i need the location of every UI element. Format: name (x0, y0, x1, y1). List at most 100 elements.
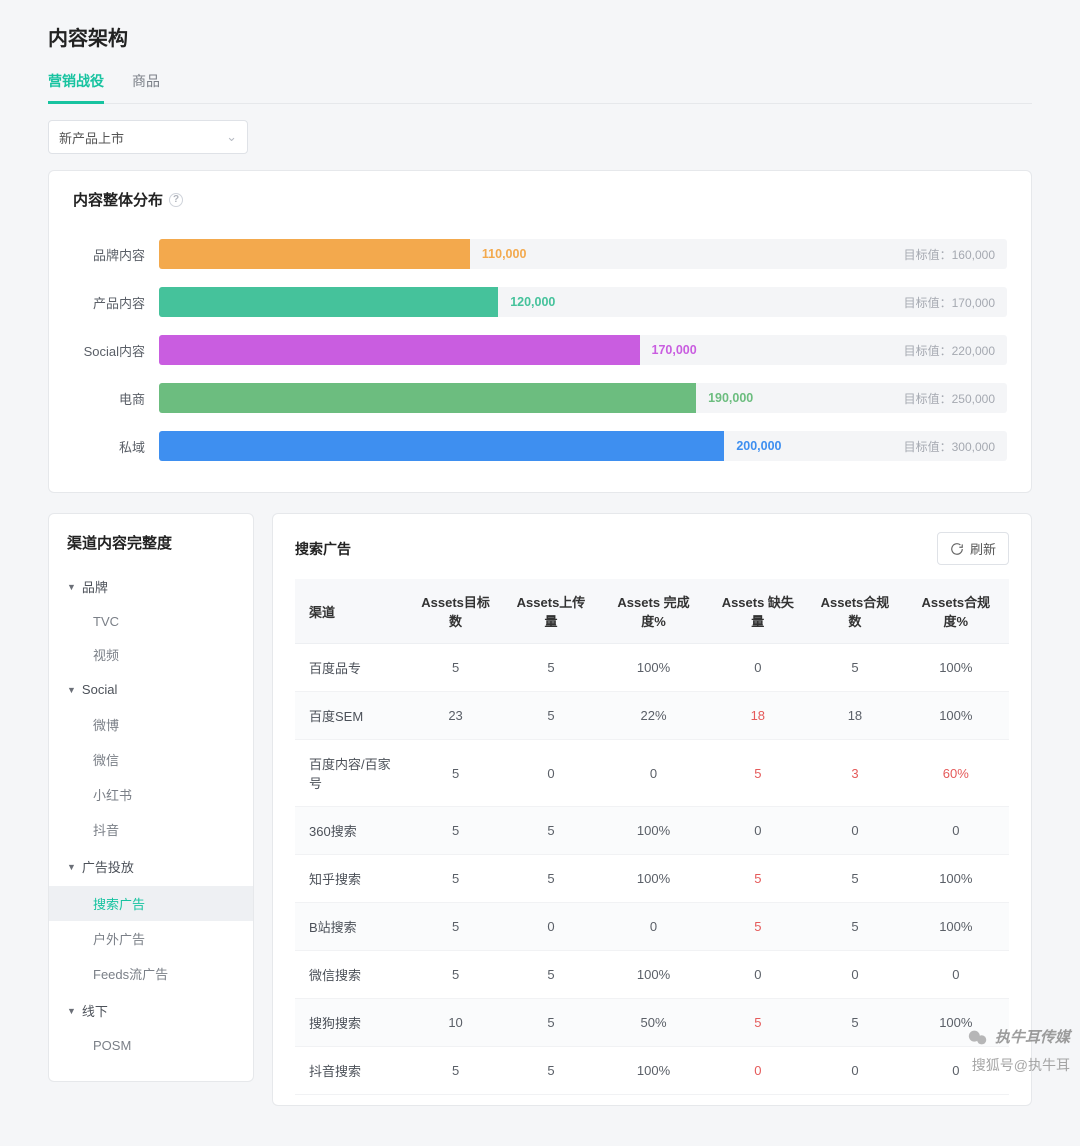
cell: 5 (708, 999, 807, 1047)
cell: 0 (503, 740, 598, 807)
bar-target: 目标值：170,000 (904, 294, 995, 311)
cell: 百度品专 (295, 644, 408, 692)
table-row: 微信搜索55100%000 (295, 951, 1009, 999)
distribution-bars: 品牌内容110,000目标值：160,000产品内容120,000目标值：170… (73, 230, 1007, 470)
cell: 百度SEM (295, 692, 408, 740)
cell: 5 (503, 999, 598, 1047)
tree-item-1-2[interactable]: 小红书 (49, 777, 253, 812)
tree-item-0-0[interactable]: TVC (49, 606, 253, 637)
tree-item-2-1[interactable]: 户外广告 (49, 921, 253, 956)
tree-item-1-3[interactable]: 抖音 (49, 812, 253, 847)
refresh-label: 刷新 (970, 539, 996, 558)
table-title: 搜索广告 (295, 539, 351, 559)
cell: 100% (599, 644, 709, 692)
cell: 50% (599, 999, 709, 1047)
cell: 0 (807, 951, 902, 999)
bar-label: 电商 (73, 389, 159, 408)
tree-group-3[interactable]: ▼线下 (49, 991, 253, 1030)
bar-row-2: Social内容170,000目标值：220,000 (73, 326, 1007, 374)
channel-sidebar: 渠道内容完整度 ▼品牌TVC视频▼Social微博微信小红书抖音▼广告投放搜索广… (48, 513, 254, 1082)
tab-0[interactable]: 营销战役 (48, 65, 104, 104)
bar-fill (159, 383, 696, 413)
cell: 100% (599, 951, 709, 999)
cell: 5 (408, 855, 503, 903)
cell: 18 (807, 692, 902, 740)
cell: 5 (807, 855, 902, 903)
cell: 5 (807, 903, 902, 951)
cell: 360搜索 (295, 807, 408, 855)
cell: 10 (408, 999, 503, 1047)
bar-target: 目标值：300,000 (904, 438, 995, 455)
refresh-icon (950, 542, 964, 556)
cell: 5 (503, 644, 598, 692)
bar-target: 目标值：220,000 (904, 342, 995, 359)
tree-group-2[interactable]: ▼广告投放 (49, 847, 253, 886)
caret-down-icon: ▼ (67, 685, 76, 695)
assets-table: 渠道Assets目标数Assets上传量Assets 完成度%Assets 缺失… (295, 579, 1009, 1095)
bar-target: 目标值：160,000 (904, 246, 995, 263)
tree-item-1-1[interactable]: 微信 (49, 742, 253, 777)
col-0: 渠道 (295, 579, 408, 644)
cell: 0 (807, 807, 902, 855)
cell: 100% (599, 1047, 709, 1095)
cell: 微信搜索 (295, 951, 408, 999)
cell: 0 (708, 644, 807, 692)
cell: 3 (807, 740, 902, 807)
table-row: 百度品专55100%05100% (295, 644, 1009, 692)
cell: 0 (503, 903, 598, 951)
cell: 22% (599, 692, 709, 740)
refresh-button[interactable]: 刷新 (937, 532, 1009, 565)
cell: B站搜索 (295, 903, 408, 951)
bar-row-3: 电商 190,000 目标值：250,000 (73, 374, 1007, 422)
bar-row-4: 私域 200,000 目标值：300,000 (73, 422, 1007, 470)
bar-label: Social内容 (73, 341, 159, 360)
cell: 100% (599, 807, 709, 855)
col-6: Assets合规度% (903, 579, 1009, 644)
bar-fill (159, 287, 498, 317)
cell: 0 (708, 951, 807, 999)
tree-item-2-0[interactable]: 搜索广告 (49, 886, 253, 921)
cell: 5 (503, 692, 598, 740)
distribution-card: 内容整体分布 ? 品牌内容110,000目标值：160,000产品内容120,0… (48, 170, 1032, 493)
table-row: 抖音搜索55100%000 (295, 1047, 1009, 1095)
bar-value: 200,000 (736, 439, 781, 453)
tab-1[interactable]: 商品 (132, 65, 160, 104)
bar-fill (159, 239, 470, 269)
cell: 0 (807, 1047, 902, 1095)
distribution-title-text: 内容整体分布 (73, 189, 163, 210)
bar-value: 120,000 (510, 295, 555, 309)
bar-label: 产品内容 (73, 293, 159, 312)
help-icon[interactable]: ? (169, 193, 183, 207)
table-row: 知乎搜索55100%55100% (295, 855, 1009, 903)
bar-track: 120,000 目标值：170,000 (159, 287, 1007, 317)
tree-item-3-0[interactable]: POSM (49, 1030, 253, 1061)
tab-bar: 营销战役商品 (48, 65, 1032, 104)
bar-label: 私域 (73, 437, 159, 456)
cell: 5 (408, 740, 503, 807)
cell: 抖音搜索 (295, 1047, 408, 1095)
cell: 5 (503, 855, 598, 903)
bar-value: 110,000 (482, 247, 527, 261)
cell: 5 (408, 644, 503, 692)
tree-item-2-2[interactable]: Feeds流广告 (49, 956, 253, 991)
cell: 5 (503, 807, 598, 855)
table-row: B站搜索50055100% (295, 903, 1009, 951)
cell: 知乎搜索 (295, 855, 408, 903)
bar-target: 目标值：250,000 (904, 390, 995, 407)
bar-value: 190,000 (708, 391, 753, 405)
col-1: Assets目标数 (408, 579, 503, 644)
tree-group-1[interactable]: ▼Social (49, 672, 253, 707)
table-card: 搜索广告 刷新 渠道Assets目标数Assets上传量Assets 完成度%A… (272, 513, 1032, 1106)
table-row: 360搜索55100%000 (295, 807, 1009, 855)
caret-down-icon: ▼ (67, 862, 76, 872)
chevron-down-icon: ⌄ (226, 129, 237, 145)
tree-group-0[interactable]: ▼品牌 (49, 567, 253, 606)
bar-row-0: 品牌内容110,000目标值：160,000 (73, 230, 1007, 278)
cell: 5 (408, 903, 503, 951)
table-row: 百度SEM23522%1818100% (295, 692, 1009, 740)
campaign-select[interactable]: 新产品上市 ⌄ (48, 120, 248, 154)
cell: 0 (903, 951, 1009, 999)
tree-item-1-0[interactable]: 微博 (49, 707, 253, 742)
cell: 0 (599, 740, 709, 807)
tree-item-0-1[interactable]: 视频 (49, 637, 253, 672)
